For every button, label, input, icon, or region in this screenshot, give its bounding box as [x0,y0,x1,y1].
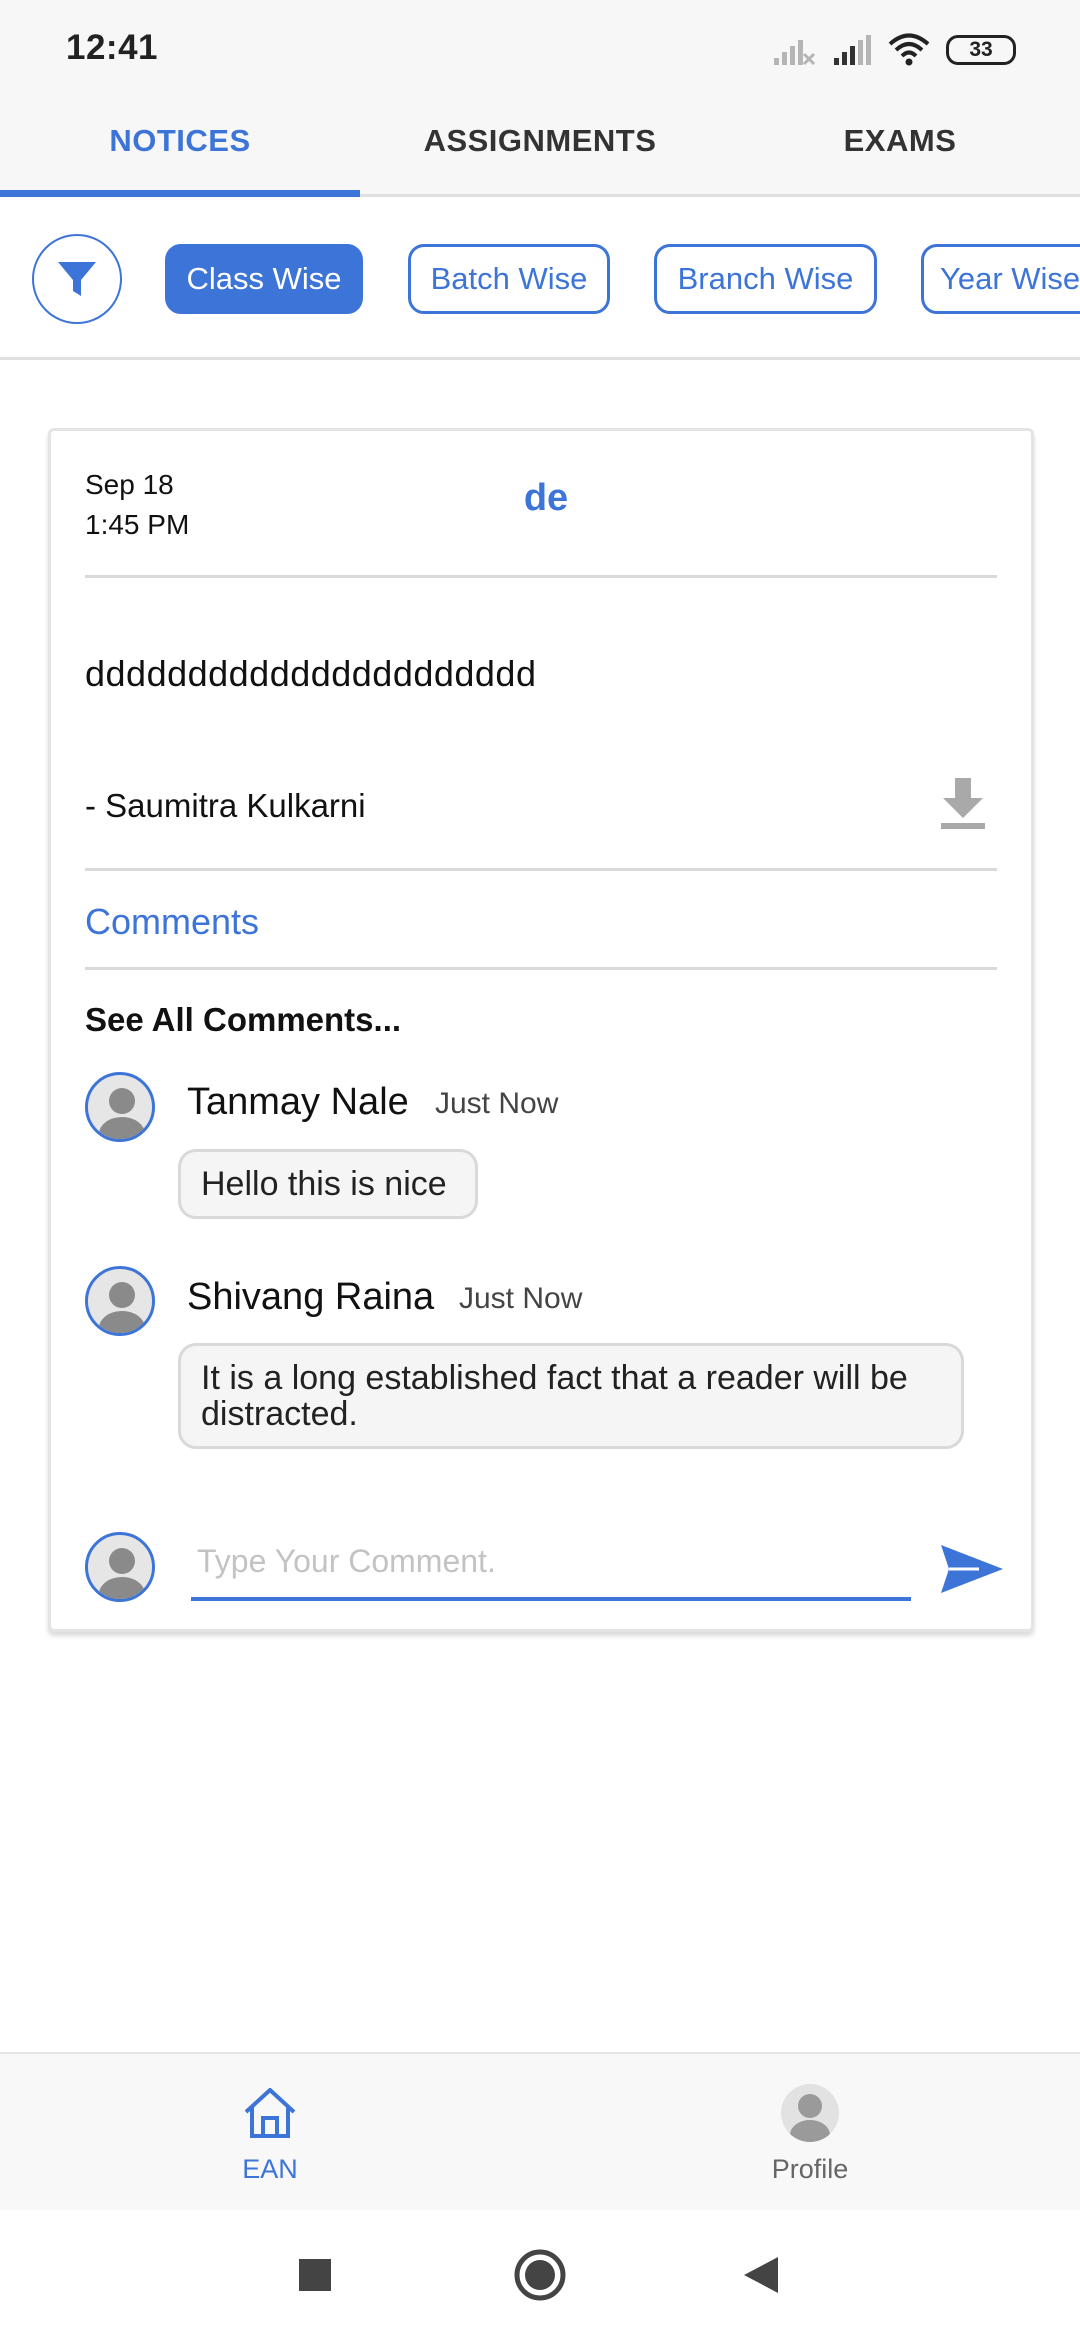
chip-year-wise[interactable]: Year Wise [921,244,1080,314]
status-icons: 33 [772,30,1016,70]
avatar [85,1266,155,1336]
notice-card: Sep 18 1:45 PM de dddddddddddddddddddddd… [48,428,1034,1632]
chip-branch-wise[interactable]: Branch Wise [654,244,877,314]
notice-datetime: Sep 18 1:45 PM [85,465,189,545]
commenter-name: Shivang Raina [187,1276,435,1318]
tab-exams[interactable]: EXAMS [720,95,1080,194]
notice-author: - Saumitra Kulkarni [85,787,366,824]
chip-class-wise[interactable]: Class Wise [165,244,363,314]
chip-batch-wise[interactable]: Batch Wise [408,244,610,314]
status-time: 12:41 [66,28,159,67]
comment-bubble: It is a long established fact that a rea… [178,1343,964,1449]
comment-input[interactable] [191,1536,911,1601]
nav-home[interactable]: EAN [0,2054,540,2212]
filter-icon [58,262,96,296]
system-nav-bar [0,2210,1080,2340]
comment-time: Just Now [459,1282,583,1315]
notice-time: 1:45 PM [85,509,190,540]
see-all-comments-link[interactable]: See All Comments... [85,1001,401,1039]
home-button-icon[interactable] [513,2248,567,2302]
recents-icon[interactable] [298,2258,332,2292]
comments-link[interactable]: Comments [85,901,259,943]
comment-time: Just Now [435,1087,559,1120]
nav-profile[interactable]: Profile [540,2054,1080,2212]
bottom-nav: EAN Profile [0,2052,1080,2210]
divider [85,967,997,970]
nav-home-label: EAN [242,2154,298,2184]
battery-icon: 33 [946,35,1016,65]
profile-icon [781,2084,839,2142]
notice-date: Sep 18 [85,469,174,500]
status-bar: 12:41 33 [0,0,1080,95]
signal-off-icon [774,40,816,66]
home-icon [244,2088,296,2138]
tab-notices[interactable]: NOTICES [0,95,360,197]
comment-bubble: Hello this is nice [178,1149,478,1219]
download-icon[interactable] [939,776,987,830]
back-icon[interactable] [742,2255,780,2295]
filter-row: Class Wise Batch Wise Branch Wise Year W… [0,200,1080,360]
tab-assignments[interactable]: ASSIGNMENTS [360,95,720,194]
filter-button[interactable] [32,234,122,324]
top-tabs: NOTICES ASSIGNMENTS EXAMS [0,95,1080,197]
notice-title: de [523,477,569,519]
avatar [85,1072,155,1142]
signal-icon [834,35,871,65]
divider [85,868,997,871]
wifi-icon [888,33,930,66]
nav-profile-label: Profile [771,2154,849,2184]
commenter-name: Tanmay Nale [187,1081,409,1123]
avatar [85,1532,155,1602]
notice-body: dddddddddddddddddddddd [85,653,537,694]
divider [85,575,997,578]
send-icon[interactable] [939,1541,1005,1597]
